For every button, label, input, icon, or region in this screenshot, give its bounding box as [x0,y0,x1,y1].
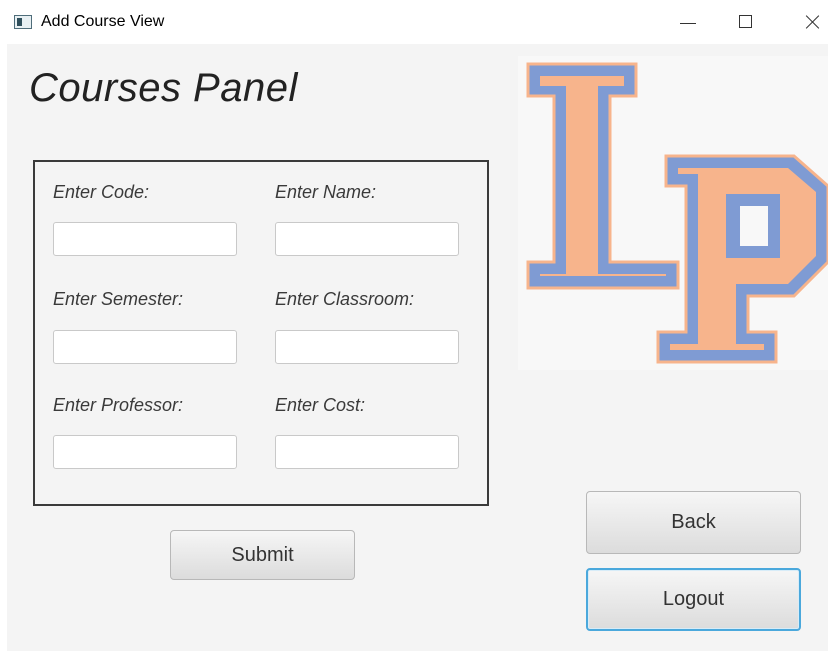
window-title: Add Course View [41,13,165,30]
professor-input[interactable] [53,435,237,469]
classroom-label: Enter Classroom: [275,289,415,309]
logo-letter-l [526,62,680,290]
cost-label: Enter Cost: [275,395,366,415]
logo [518,56,828,370]
semester-label: Enter Semester: [53,289,184,309]
courses-panel: Courses Panel Enter Code: Enter Name: En… [7,44,828,651]
maximize-icon[interactable] [731,8,761,36]
code-label: Enter Code: [53,182,150,202]
professor-label: Enter Professor: [53,395,184,415]
course-form: Enter Code: Enter Name: Enter Semester: … [33,160,489,506]
name-input[interactable] [275,222,459,256]
back-button[interactable]: Back [586,491,801,554]
classroom-input[interactable] [275,330,459,364]
code-input[interactable] [53,222,237,256]
lp-logo-image [526,62,828,364]
close-icon[interactable] [798,8,828,36]
app-window-icon [14,15,32,29]
name-label: Enter Name: [275,182,377,202]
minimize-icon[interactable] [673,8,703,36]
semester-input[interactable] [53,330,237,364]
title-bar: Add Course View [0,0,828,44]
cost-input[interactable] [275,435,459,469]
panel-title: Courses Panel [29,66,298,110]
logout-button[interactable]: Logout [586,568,801,631]
submit-button[interactable]: Submit [170,530,355,580]
